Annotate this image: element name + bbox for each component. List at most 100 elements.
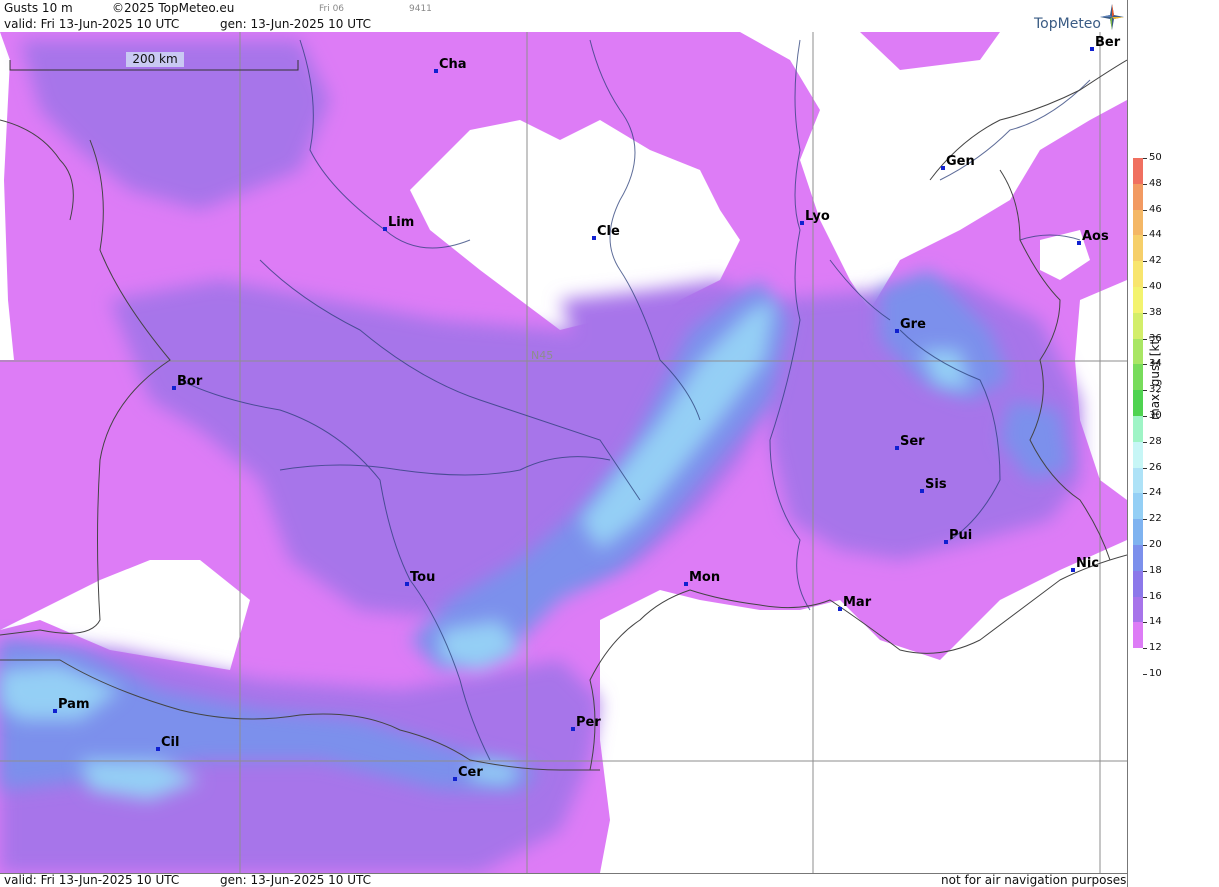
legend-segment-44 (1133, 235, 1143, 262)
city-ser: Ser (895, 434, 925, 450)
city-label-cha: Cha (439, 57, 467, 72)
city-cer: Cer (453, 765, 483, 781)
code-label: 9411 (409, 4, 432, 14)
city-label-ber: Ber (1095, 35, 1121, 50)
legend-tick-label: 44 (1149, 229, 1162, 241)
legend-tick-mark (1143, 648, 1147, 650)
city-aos: Aos (1077, 229, 1109, 245)
legend-tick-label: 20 (1149, 539, 1162, 550)
legend-tick-label: 18 (1149, 564, 1162, 576)
city-ber: Ber (1090, 35, 1121, 51)
grid-latitude-label: N45 (531, 349, 553, 362)
legend-tick-mark (1143, 416, 1147, 417)
footer-generated-time: gen: 13-Jun-2025 10 UTC (220, 873, 372, 887)
legend-segment-24 (1133, 493, 1143, 520)
legend-tick-mark (1143, 261, 1147, 263)
city-lyo: Lyo (800, 209, 830, 225)
legend-segment-32 (1133, 390, 1143, 416)
valid-time: valid: Fri 13-Jun-2025 10 UTC (4, 17, 180, 31)
legend-tick-label: 16 (1149, 590, 1162, 602)
city-label-pam: Pam (58, 697, 90, 712)
legend-segment-50 (1133, 158, 1143, 184)
compass-star-icon (1100, 4, 1124, 30)
legend-tick-mark (1143, 441, 1147, 443)
legend-tick-label: 38 (1149, 306, 1162, 318)
city-label-gre: Gre (900, 317, 926, 332)
legend-tick-mark (1143, 209, 1147, 211)
city-label-cle: Cle (597, 224, 620, 239)
legend-title: max. gust [kt] (1148, 335, 1162, 420)
legend-tick-mark (1143, 674, 1147, 675)
legend-segment-42 (1133, 261, 1143, 287)
legend-segment-38 (1133, 312, 1143, 339)
city-label-gen: Gen (946, 154, 975, 169)
legend-segment-16 (1133, 596, 1143, 623)
city-gen: Gen (941, 154, 975, 170)
legend-segment-20 (1133, 545, 1143, 571)
legend-tick-mark (1143, 235, 1147, 237)
legend-segment-34 (1133, 364, 1143, 391)
gust-map: N45 Cha Ber Gen Lim Cle Lyo Aos Gre Bor … (0, 32, 1127, 873)
legend-tick-mark (1143, 338, 1147, 340)
legend-segment-48 (1133, 183, 1143, 210)
city-label-ser: Ser (900, 434, 925, 449)
copyright-text: ©2025 TopMeteo.eu (112, 1, 235, 15)
legend-tick-mark (1143, 158, 1147, 159)
city-per: Per (571, 715, 601, 731)
city-label-pui: Pui (949, 528, 972, 543)
city-nic: Nic (1071, 556, 1099, 572)
legend-tick-label: 48 (1149, 177, 1162, 189)
legend-segment-22 (1133, 519, 1143, 545)
footer-valid-time: valid: Fri 13-Jun-2025 10 UTC (4, 873, 180, 887)
legend-tick-mark (1143, 596, 1147, 598)
city-label-lim: Lim (388, 215, 414, 230)
city-label-aos: Aos (1082, 229, 1109, 244)
legend-tick-mark (1143, 364, 1147, 366)
legend-segment-40 (1133, 287, 1143, 313)
legend-segment-28 (1133, 441, 1143, 468)
legend-tick-mark (1143, 545, 1147, 546)
city-label-per: Per (576, 715, 601, 730)
legend-segment-36 (1133, 338, 1143, 365)
legend-segment-14 (1133, 622, 1143, 649)
topmeteo-logo: TopMeteo (1034, 4, 1124, 32)
city-label-cer: Cer (458, 765, 483, 780)
legend-tick-label: 50 (1149, 152, 1162, 163)
city-label-sis: Sis (925, 477, 947, 492)
city-mon: Mon (684, 570, 720, 586)
run-label: Fri 06 (319, 4, 345, 14)
legend-tick-label: 40 (1149, 281, 1162, 292)
legend-tick-label: 12 (1149, 642, 1162, 654)
legend-tick-mark (1143, 390, 1147, 392)
legend-tick-label: 46 (1149, 203, 1162, 215)
legend-tick-mark (1143, 183, 1147, 185)
city-pui: Pui (944, 528, 972, 544)
city-bor: Bor (172, 374, 203, 390)
legend-segment-46 (1133, 209, 1143, 236)
legend-tick-label: 14 (1149, 616, 1162, 628)
legend-tick-mark (1143, 519, 1147, 521)
legend-tick-mark (1143, 493, 1147, 495)
city-sis: Sis (920, 477, 947, 493)
legend-segment-18 (1133, 570, 1143, 597)
legend-segment-30 (1133, 416, 1143, 442)
city-mar: Mar (838, 595, 872, 611)
gust-map-canvas: N45 Cha Ber Gen Lim Cle Lyo Aos Gre Bor … (0, 32, 1127, 873)
city-label-cil: Cil (161, 735, 179, 750)
legend-segment-26 (1133, 467, 1143, 494)
legend-tick-label: 10 (1149, 668, 1162, 679)
city-tou: Tou (405, 570, 435, 586)
legend-tick-mark (1143, 287, 1147, 288)
legend-tick-mark (1143, 467, 1147, 469)
scale-bar-label: 200 km (126, 52, 184, 67)
legend-tick-mark (1143, 570, 1147, 572)
city-cha: Cha (434, 57, 467, 73)
city-label-mon: Mon (689, 570, 720, 585)
city-label-lyo: Lyo (805, 209, 830, 224)
legend-tick-label: 42 (1149, 255, 1162, 267)
legend-tick-label: 24 (1149, 487, 1162, 499)
city-pam: Pam (53, 697, 90, 713)
city-label-nic: Nic (1076, 556, 1099, 571)
legend-tick-mark (1143, 312, 1147, 314)
city-gre: Gre (895, 317, 926, 333)
